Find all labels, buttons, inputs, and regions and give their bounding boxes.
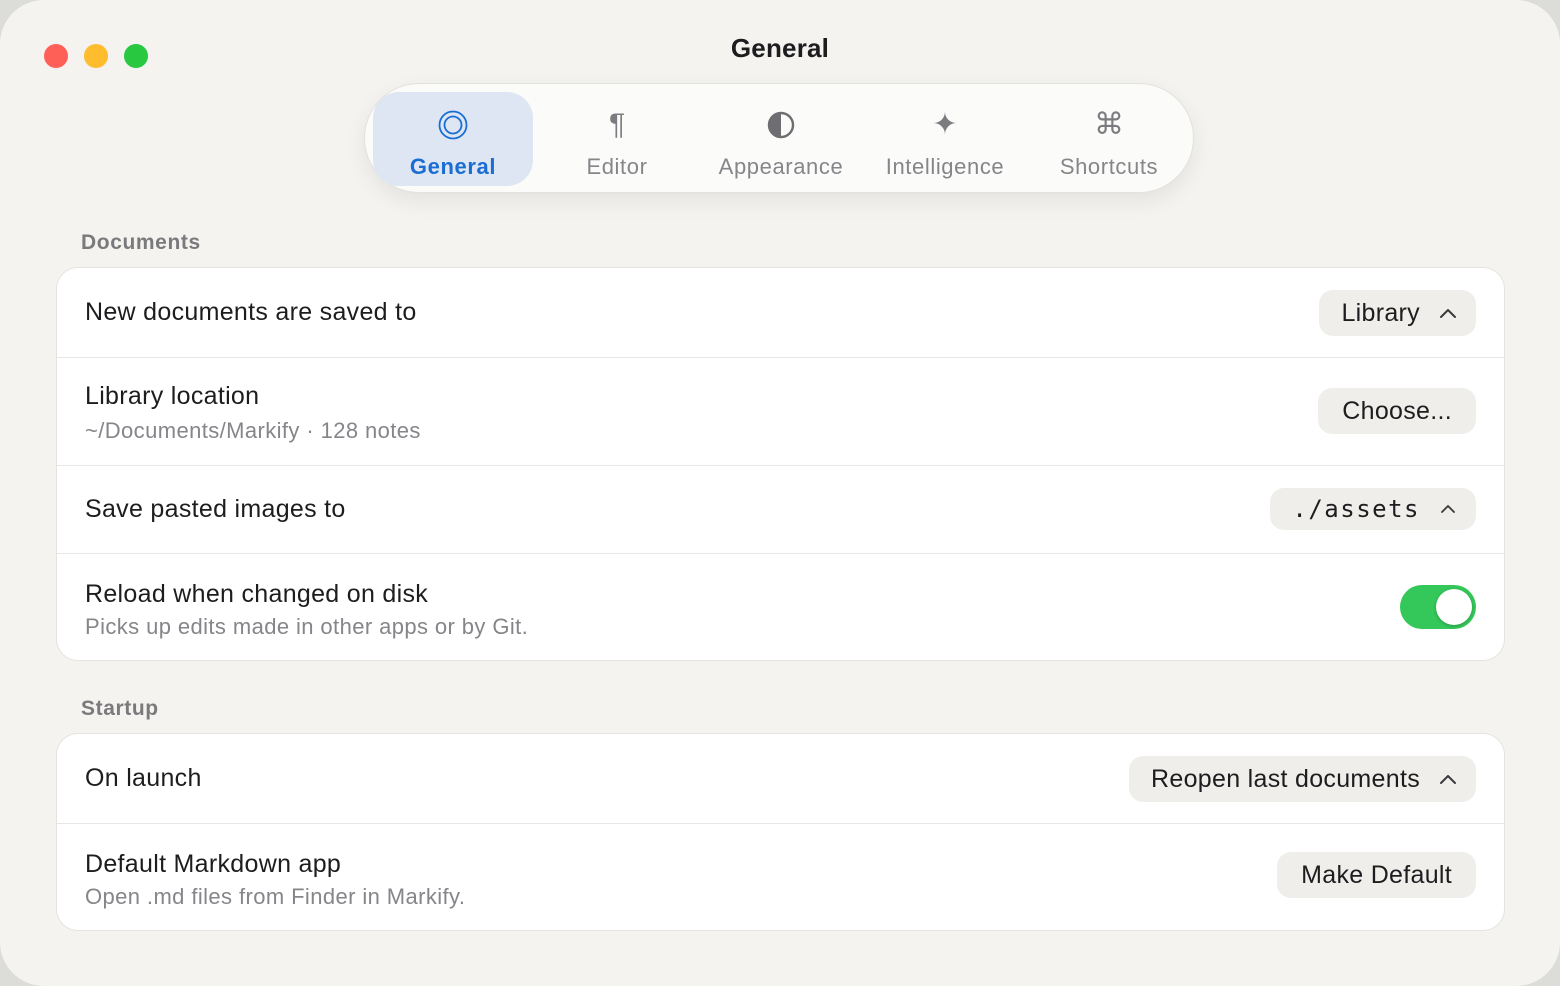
tab-general[interactable]: General xyxy=(373,92,533,186)
row-label: Library location xyxy=(85,382,260,410)
chevron-up-icon xyxy=(1438,502,1458,516)
library-path: ~/Documents/Markify · 128 notes xyxy=(85,418,421,443)
section-title-documents: Documents xyxy=(81,231,201,254)
pasted-images-popup[interactable]: ./assets xyxy=(1270,488,1476,530)
target-icon xyxy=(437,108,469,142)
section-title-startup: Startup xyxy=(81,697,159,720)
settings-row-pasted-images: Save pasted images to ./assets xyxy=(57,466,1504,554)
command-icon: ⌘ xyxy=(1094,108,1124,141)
settings-row-library-location: Library location ~/Documents/Markify · 1… xyxy=(57,358,1504,466)
tab-label: Intelligence xyxy=(885,154,1005,179)
reload-toggle[interactable] xyxy=(1400,585,1476,629)
tab-label: Appearance xyxy=(718,154,844,179)
popup-value: Reopen last documents xyxy=(1151,764,1420,793)
chevron-up-icon xyxy=(1438,772,1458,786)
tab-intelligence[interactable]: ✦ Intelligence xyxy=(865,92,1025,186)
tab-label: Shortcuts xyxy=(1059,154,1159,179)
tab-appearance[interactable]: Appearance xyxy=(701,92,861,186)
settings-tab-bar: General ¶ Editor Appearance ✦ Intelligen… xyxy=(364,83,1194,193)
toggle-knob xyxy=(1436,589,1472,625)
settings-row-save-location: New documents are saved to Library xyxy=(57,268,1504,358)
row-label: Save pasted images to xyxy=(85,495,346,523)
pilcrow-icon: ¶ xyxy=(608,108,626,141)
row-description: Picks up edits made in other apps or by … xyxy=(85,614,529,639)
tab-label: Editor xyxy=(586,154,648,179)
documents-card: New documents are saved to Library Libra… xyxy=(56,267,1505,661)
choose-button[interactable]: Choose... xyxy=(1318,388,1476,434)
settings-window: General General ¶ Editor Appearance ✦ In… xyxy=(0,0,1560,986)
tab-label: General xyxy=(409,154,497,179)
startup-card: On launch Reopen last documents Default … xyxy=(56,733,1505,931)
row-description: Open .md files from Finder in Markify. xyxy=(85,884,466,909)
row-label: New documents are saved to xyxy=(85,298,417,326)
settings-row-default-app: Default Markdown app Open .md files from… xyxy=(57,824,1504,930)
popup-value: ./assets xyxy=(1292,495,1420,523)
settings-row-on-launch: On launch Reopen last documents xyxy=(57,734,1504,824)
settings-row-reload: Reload when changed on disk Picks up edi… xyxy=(57,554,1504,660)
row-label: Default Markdown app xyxy=(85,850,342,878)
popup-value: Library xyxy=(1341,298,1420,327)
save-location-popup[interactable]: Library xyxy=(1319,290,1476,336)
half-circle-icon xyxy=(766,108,796,142)
row-label: On launch xyxy=(85,764,202,792)
make-default-button[interactable]: Make Default xyxy=(1277,852,1476,898)
row-label: Reload when changed on disk xyxy=(85,580,429,608)
tab-editor[interactable]: ¶ Editor xyxy=(537,92,697,186)
tab-shortcuts[interactable]: ⌘ Shortcuts xyxy=(1029,92,1189,186)
chevron-up-icon xyxy=(1438,306,1458,320)
on-launch-popup[interactable]: Reopen last documents xyxy=(1129,756,1476,802)
sparkle-icon: ✦ xyxy=(932,108,958,141)
window-title: General xyxy=(730,33,830,63)
